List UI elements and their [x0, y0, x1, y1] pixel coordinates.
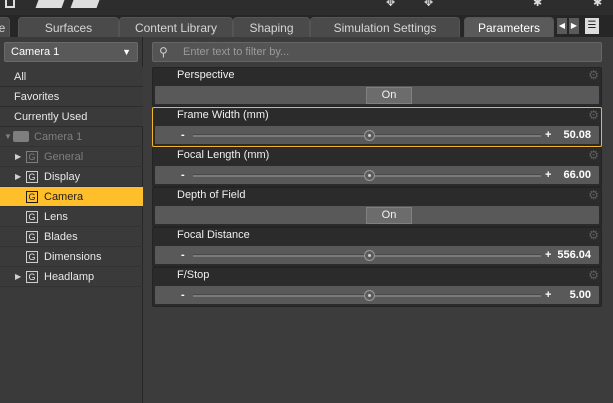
slider-knob[interactable] [364, 170, 375, 181]
tree-item-headlamp[interactable]: ▶ G Headlamp [0, 267, 143, 287]
property-label: F/Stop [177, 269, 210, 281]
toolbar-icon[interactable] [5, 0, 15, 8]
group-icon: G [26, 251, 38, 263]
group-item-currently-used[interactable]: Currently Used [0, 107, 143, 127]
tree-item-dimensions[interactable]: G Dimensions [0, 247, 143, 267]
tree-item-blades[interactable]: G Blades [0, 227, 143, 247]
property-label: Frame Width (mm) [177, 109, 269, 121]
camera-dropdown[interactable]: Camera 1 ▼ [4, 42, 138, 62]
group-item-all[interactable]: All [0, 67, 143, 87]
filter-bar: ⚲ [152, 42, 602, 62]
property-frame-width: Frame Width (mm) ⚙ - + 50.08 [152, 107, 602, 147]
property-f-stop: F/Stop ⚙ - + 5.00 [152, 267, 602, 307]
value-field[interactable]: 556.04 [557, 249, 591, 261]
search-icon[interactable]: ⚲ [159, 45, 168, 59]
tab-bar: e Surfaces Content Library Shaping Simul… [0, 15, 613, 37]
increment-button[interactable]: + [545, 129, 551, 141]
property-focal-distance: Focal Distance ⚙ - + 556.04 [152, 227, 602, 267]
toolbar-icon[interactable]: ✥ [424, 0, 440, 9]
slider-knob[interactable] [364, 130, 375, 141]
property-perspective: Perspective ⚙ On [152, 67, 602, 107]
tree-item-label: Blades [44, 231, 78, 243]
toolbar-icon[interactable] [70, 0, 100, 8]
value-field[interactable]: 50.08 [563, 129, 591, 141]
property-focal-length: Focal Length (mm) ⚙ - + 66.00 [152, 147, 602, 187]
collapse-arrow-icon[interactable]: ▼ [4, 127, 12, 147]
app-window: ✥ ✥ ✱ ✱ e Surfaces Content Library Shapi… [0, 0, 613, 403]
camera-icon [13, 131, 29, 142]
gear-icon[interactable]: ⚙ [588, 268, 599, 282]
expand-arrow-icon[interactable]: ▶ [15, 147, 21, 167]
tab-partial[interactable]: e [0, 17, 10, 37]
group-icon: G [26, 231, 38, 243]
tree-node-camera[interactable]: ▼ Camera 1 [0, 127, 143, 147]
group-icon: G [26, 191, 38, 203]
decrement-button[interactable]: - [181, 250, 185, 261]
tab-scroll-right-icon[interactable]: ▶ [569, 18, 579, 34]
expand-arrow-icon[interactable]: ▶ [15, 167, 21, 187]
expand-arrow-icon[interactable]: ▶ [15, 267, 21, 287]
tab-shaping[interactable]: Shaping [233, 17, 310, 37]
tab-menu-icon[interactable]: ☰ [585, 18, 599, 34]
toolbar-icon[interactable]: ✥ [386, 0, 400, 9]
toolbar-icon[interactable]: ✱ [533, 0, 549, 9]
group-icon: G [26, 171, 38, 183]
gear-icon[interactable]: ⚙ [588, 108, 599, 122]
slider-knob[interactable] [364, 250, 375, 261]
tree-item-lens[interactable]: G Lens [0, 207, 143, 227]
tab-simulation-settings[interactable]: Simulation Settings [310, 17, 460, 37]
tab-content-library[interactable]: Content Library [119, 17, 233, 37]
decrement-button[interactable]: - [181, 130, 185, 141]
camera-dropdown-value: Camera 1 [11, 46, 60, 58]
tab-parameters[interactable]: Parameters [464, 17, 554, 37]
property-depth-of-field: Depth of Field ⚙ On [152, 187, 602, 227]
tab-scroll-left-icon[interactable]: ◀ [557, 18, 567, 34]
tree-item-label: Display [44, 171, 81, 183]
group-icon: G [26, 151, 38, 163]
value-field[interactable]: 5.00 [570, 289, 591, 301]
filter-input[interactable] [183, 44, 593, 60]
gear-icon[interactable]: ⚙ [588, 148, 599, 162]
tree-item-display[interactable]: ▶ G Display [0, 167, 143, 187]
increment-button[interactable]: + [545, 289, 551, 301]
tree-item-label: Lens [44, 211, 68, 223]
gear-icon[interactable]: ⚙ [588, 68, 599, 82]
tree-item-label: Dimensions [44, 251, 102, 263]
decrement-button[interactable]: - [181, 170, 185, 181]
group-icon: G [26, 271, 38, 283]
gear-icon[interactable]: ⚙ [588, 188, 599, 202]
toolbar: ✥ ✥ ✱ ✱ [0, 0, 613, 15]
group-icon: G [26, 211, 38, 223]
gear-icon[interactable]: ⚙ [588, 228, 599, 242]
increment-button[interactable]: + [545, 169, 551, 181]
perspective-toggle-button[interactable]: On [366, 87, 412, 104]
value-field[interactable]: 66.00 [563, 169, 591, 181]
toolbar-icon[interactable] [35, 0, 65, 8]
tree-item-label: General [44, 151, 84, 163]
increment-button[interactable]: + [545, 249, 551, 261]
parameters-panel: ⚲ Perspective ⚙ On Frame Width (mm) ⚙ - … [147, 37, 613, 403]
tree-item-label: Headlamp [44, 271, 95, 283]
group-item-favorites[interactable]: Favorites [0, 87, 143, 107]
decrement-button[interactable]: - [181, 290, 185, 301]
left-panel: Camera 1 ▼ All Favorites Currently Used … [0, 37, 143, 403]
group-list: All Favorites Currently Used ▼ Camera 1 … [0, 67, 143, 287]
property-label: Focal Length (mm) [177, 149, 270, 161]
property-label: Depth of Field [177, 189, 246, 201]
property-label: Perspective [177, 69, 235, 81]
slider-knob[interactable] [364, 290, 375, 301]
property-label: Focal Distance [177, 229, 250, 241]
toolbar-icon[interactable]: ✱ [593, 0, 609, 9]
tree-item-label: Camera [44, 191, 84, 203]
tree-node-label: Camera 1 [34, 131, 83, 143]
depth-of-field-toggle-button[interactable]: On [366, 207, 412, 224]
tree-item-camera[interactable]: G Camera [0, 187, 143, 207]
chevron-down-icon: ▼ [122, 47, 131, 57]
tree-item-general[interactable]: ▶ G General [0, 147, 143, 167]
property-list: Perspective ⚙ On Frame Width (mm) ⚙ - + … [152, 67, 602, 307]
tab-surfaces[interactable]: Surfaces [18, 17, 119, 37]
